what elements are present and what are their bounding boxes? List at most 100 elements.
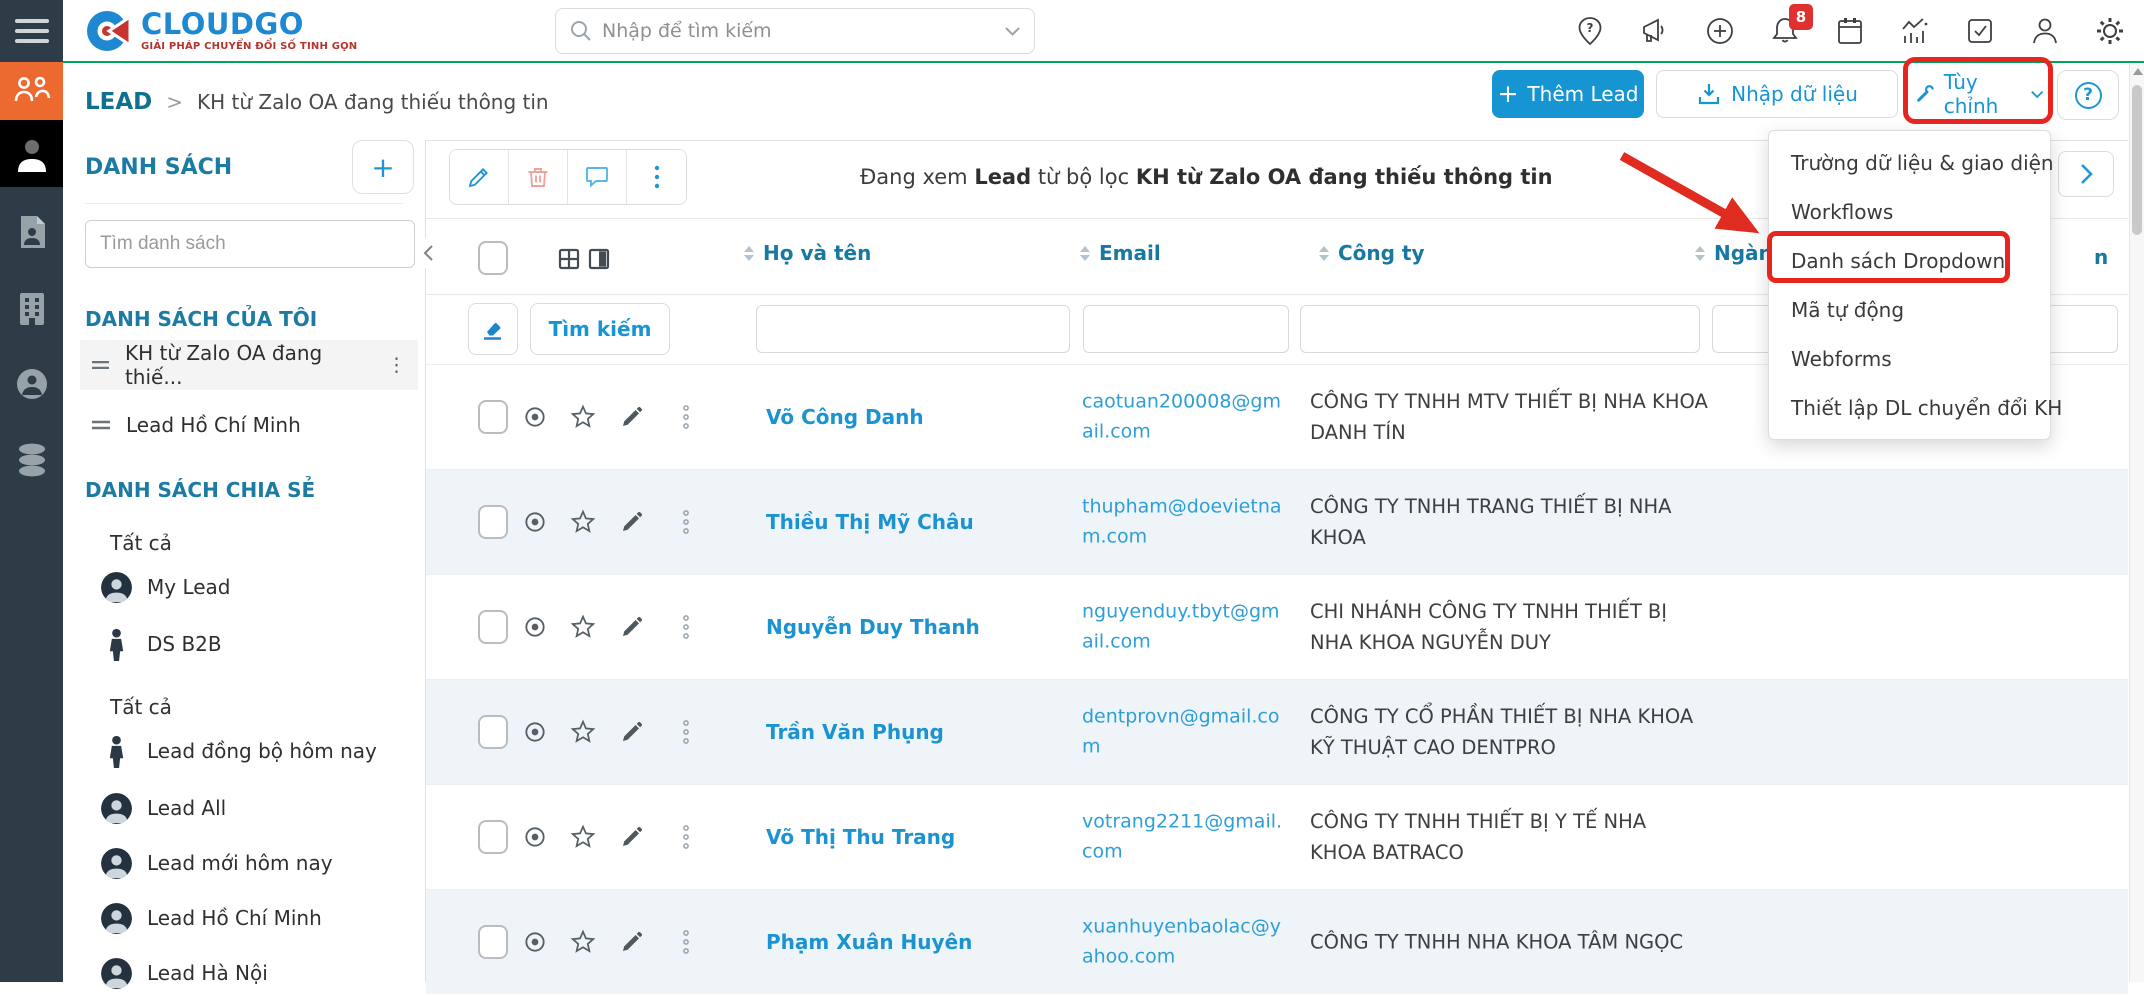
lead-name-link[interactable]: Võ Công Danh	[766, 405, 924, 429]
sidebar-item-shared[interactable]: DS B2B	[101, 621, 421, 667]
help-button[interactable]: ?	[2057, 70, 2119, 120]
row-checkbox[interactable]	[478, 715, 508, 749]
row-checkbox[interactable]	[478, 400, 508, 434]
notifications-button[interactable]: 8	[1769, 15, 1801, 47]
app-logo[interactable]: CLOUDGO GIẢI PHÁP CHUYỂN ĐỔI SỐ TINH GỌN	[85, 8, 357, 54]
quick-create-button[interactable]	[1704, 15, 1736, 47]
edit-button[interactable]	[620, 405, 644, 429]
calendar-button[interactable]	[1834, 15, 1866, 47]
settings-button[interactable]	[2094, 15, 2126, 47]
lead-name-link[interactable]: Nguyễn Duy Thanh	[766, 615, 980, 639]
lead-email-link[interactable]: nguyenduy.tbyt@gmail.com	[1082, 597, 1288, 658]
import-data-button[interactable]: Nhập dữ liệu	[1656, 70, 1898, 118]
preview-button[interactable]	[522, 824, 548, 850]
breadcrumb-module[interactable]: LEAD	[85, 89, 152, 115]
menu-item-workflows[interactable]: Workflows	[1769, 187, 2050, 236]
edit-button[interactable]	[620, 720, 644, 744]
select-all-checkbox[interactable]	[478, 241, 508, 275]
edit-button[interactable]	[620, 825, 644, 849]
preview-button[interactable]	[522, 719, 548, 745]
menu-item-conversion-mapping[interactable]: Thiết lập DL chuyển đổi KH	[1769, 383, 2050, 432]
sort-icon[interactable]	[1080, 246, 1090, 261]
star-button[interactable]	[570, 404, 596, 430]
lead-email-link[interactable]: votrang2211@gmail.com	[1082, 807, 1288, 868]
rail-item-leads-active[interactable]	[0, 62, 63, 120]
edit-button[interactable]	[620, 930, 644, 954]
row-more-button[interactable]	[682, 719, 690, 745]
lead-email-link[interactable]: dentprovn@gmail.com	[1082, 702, 1288, 763]
menu-item-webforms[interactable]: Webforms	[1769, 334, 2050, 383]
lead-email-link[interactable]: thupham@doevietnam.com	[1082, 492, 1288, 553]
column-header-industry[interactable]: Ngàn	[1695, 241, 1773, 265]
filter-search-button[interactable]: Tìm kiếm	[530, 303, 670, 355]
drag-handle-icon[interactable]	[92, 359, 109, 371]
scrollbar-thumb[interactable]	[2132, 85, 2142, 235]
drag-handle-icon[interactable]	[92, 419, 110, 431]
rail-item-contact[interactable]	[0, 120, 63, 187]
bulk-delete-button[interactable]	[509, 150, 568, 204]
sort-icon[interactable]	[1319, 246, 1329, 261]
list-search-input[interactable]	[85, 220, 415, 268]
hamburger-menu-button[interactable]	[0, 0, 63, 62]
kebab-menu-icon[interactable]: ⋮	[387, 354, 406, 376]
grid-view-button[interactable]	[557, 247, 581, 275]
vertical-scrollbar[interactable]	[2129, 63, 2144, 982]
menu-item-fields-layout[interactable]: Trường dữ liệu & giao diện	[1769, 138, 2050, 187]
add-list-button[interactable]: +	[352, 140, 414, 194]
sidebar-item-shared[interactable]: Lead mới hôm nay	[101, 840, 421, 886]
filter-input-company[interactable]	[1300, 305, 1700, 353]
profile-button[interactable]	[2029, 15, 2061, 47]
menu-item-auto-numbering[interactable]: Mã tự động	[1769, 285, 2050, 334]
lead-name-link[interactable]: Thiều Thị Mỹ Châu	[766, 510, 974, 534]
sidebar-item-my-list[interactable]: KH từ Zalo OA đang thiế... ⋮	[80, 340, 418, 390]
sidebar-item-shared[interactable]: Tất cả	[110, 684, 430, 730]
sidebar-item-shared[interactable]: Lead Hà Nội	[101, 950, 421, 996]
sort-icon[interactable]	[1695, 246, 1705, 261]
star-button[interactable]	[570, 929, 596, 955]
star-button[interactable]	[570, 719, 596, 745]
row-checkbox[interactable]	[478, 820, 508, 854]
star-button[interactable]	[570, 614, 596, 640]
star-button[interactable]	[570, 509, 596, 535]
column-header-email[interactable]: Email	[1080, 241, 1161, 265]
analytics-button[interactable]	[1899, 15, 1931, 47]
sidebar-item-shared[interactable]: Lead Hồ Chí Minh	[101, 895, 421, 941]
customize-button[interactable]: Tùy chỉnh	[1915, 68, 2043, 120]
rail-item-organizations[interactable]	[0, 277, 63, 339]
sort-icon[interactable]	[744, 246, 754, 261]
preview-button[interactable]	[522, 404, 548, 430]
column-header-name[interactable]: Họ và tên	[744, 241, 871, 265]
filter-input-name[interactable]	[756, 305, 1070, 353]
rail-item-data[interactable]	[0, 429, 63, 491]
sidebar-item-my-list[interactable]: Lead Hồ Chí Minh	[80, 400, 418, 450]
sidebar-collapse-button[interactable]	[417, 238, 439, 268]
sidebar-item-shared[interactable]: Lead All	[101, 785, 421, 831]
row-checkbox[interactable]	[478, 610, 508, 644]
column-header-company[interactable]: Công ty	[1319, 241, 1425, 265]
row-more-button[interactable]	[682, 404, 690, 430]
edit-button[interactable]	[620, 615, 644, 639]
row-checkbox[interactable]	[478, 505, 508, 539]
more-actions-button[interactable]	[627, 150, 686, 204]
clear-filters-button[interactable]	[468, 303, 518, 355]
preview-button[interactable]	[522, 509, 548, 535]
rail-item-contact-card[interactable]	[0, 201, 63, 263]
sidebar-item-shared[interactable]: Lead đồng bộ hôm nay	[101, 728, 421, 774]
row-more-button[interactable]	[682, 614, 690, 640]
row-more-button[interactable]	[682, 824, 690, 850]
checkin-button[interactable]: ?	[1574, 15, 1606, 47]
lead-email-link[interactable]: caotuan200008@gmail.com	[1082, 387, 1288, 448]
sidebar-item-shared[interactable]: Tất cả	[110, 520, 430, 566]
menu-item-dropdown-lists[interactable]: Danh sách Dropdown	[1769, 236, 2050, 285]
star-button[interactable]	[570, 824, 596, 850]
add-lead-button[interactable]: + Thêm Lead	[1492, 70, 1644, 118]
filter-input-email[interactable]	[1083, 305, 1289, 353]
bulk-comment-button[interactable]	[568, 150, 627, 204]
preview-button[interactable]	[522, 614, 548, 640]
rail-item-users[interactable]	[0, 353, 63, 415]
global-search[interactable]: Nhập để tìm kiếm	[555, 8, 1035, 54]
lead-email-link[interactable]: xuanhuyenbaolac@yahoo.com	[1082, 912, 1288, 973]
edit-button[interactable]	[620, 510, 644, 534]
bulk-edit-button[interactable]	[450, 150, 509, 204]
row-checkbox[interactable]	[478, 925, 508, 959]
